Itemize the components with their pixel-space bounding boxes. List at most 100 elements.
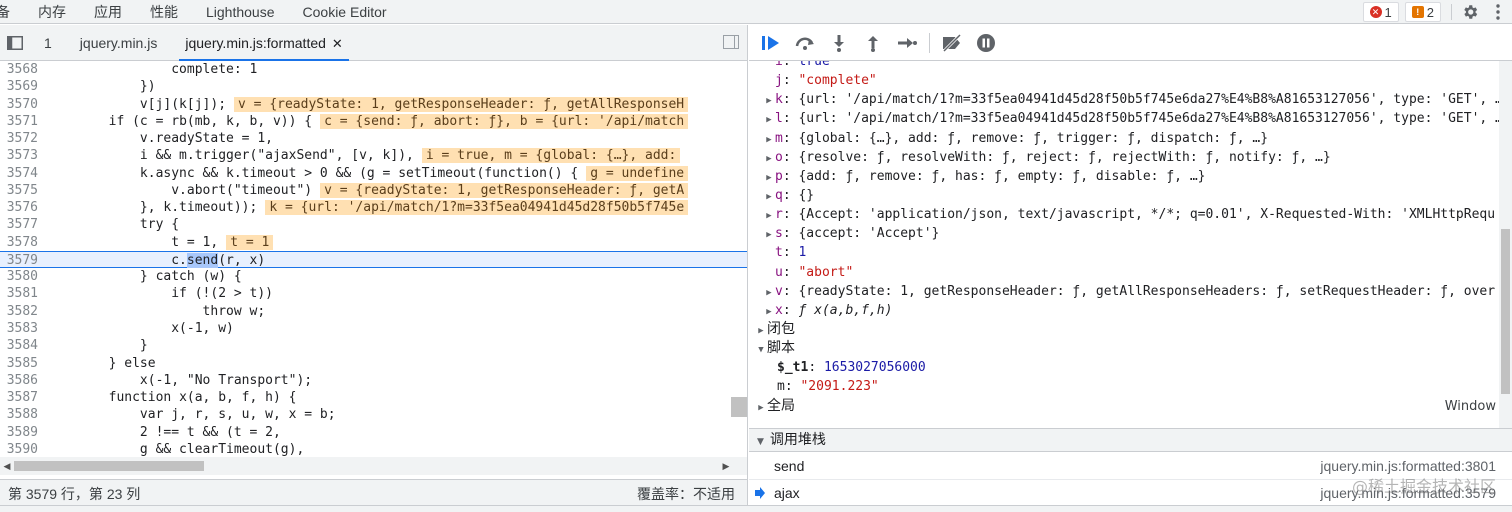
scope-var-row[interactable]: ▶ x: ƒ x(a,b,f,h)	[749, 301, 1512, 320]
step-over-button[interactable]	[791, 29, 819, 57]
code-line[interactable]: 3578 t = 1, t = 1	[0, 234, 747, 251]
step-button[interactable]	[893, 29, 921, 57]
scope-var-row[interactable]: ▶ m: {global: {…}, add: ƒ, remove: ƒ, tri…	[749, 129, 1512, 148]
scope-var-row[interactable]: ▶ o: {resolve: ƒ, resolveWith: ƒ, reject:…	[749, 148, 1512, 167]
line-number[interactable]: 3568	[0, 61, 38, 78]
code-line[interactable]: 3571 if (c = rb(mb, k, b, v)) {c = {send…	[0, 113, 747, 130]
code-line[interactable]: 3577 try {	[0, 216, 747, 233]
code-line[interactable]: 3579 c.send(r, x)	[0, 250, 747, 269]
scope-var-row[interactable]: i: true	[749, 61, 1512, 71]
scope-var-row[interactable]: ▶ p: {add: ƒ, remove: ƒ, has: ƒ, empty: ƒ…	[749, 167, 1512, 186]
panel-tab-cookie-editor[interactable]: Cookie Editor	[289, 0, 401, 24]
line-number[interactable]: 3574	[0, 165, 38, 182]
line-number[interactable]: 3572	[0, 130, 38, 147]
code-horizontal-scrollbar[interactable]: ◀ ▶	[0, 457, 747, 475]
line-number[interactable]: 3579	[0, 252, 38, 268]
line-number[interactable]: 3589	[0, 424, 38, 441]
deactivate-breakpoints-button[interactable]	[938, 29, 966, 57]
callstack-frame[interactable]: ajax jquery.min.js:formatted:3579	[749, 479, 1512, 505]
panel-tab-memory[interactable]: 内存	[24, 0, 80, 24]
line-number[interactable]: 3570	[0, 96, 38, 113]
code-line[interactable]: 3581 if (!(2 > t))	[0, 285, 747, 302]
code-line[interactable]: 3582 throw w;	[0, 303, 747, 320]
scope-section-global[interactable]: ▶ 全局 Window	[749, 397, 1512, 416]
code-line[interactable]: 3568 complete: 1	[0, 61, 747, 78]
panel-tab-cut[interactable]: 备	[0, 0, 24, 24]
line-number[interactable]: 3581	[0, 285, 38, 302]
panel-tab-lighthouse[interactable]: Lighthouse	[192, 0, 289, 24]
scope-var-row[interactable]: ▶ l: {url: '/api/match/1?m=33f5ea04941d45…	[749, 109, 1512, 128]
callstack-header[interactable]: ▼ 调用堆栈	[749, 428, 1512, 452]
code-line[interactable]: 3573 i && m.trigger("ajaxSend", [v, k]),…	[0, 147, 747, 164]
scope-scroll-thumb[interactable]	[1501, 229, 1510, 394]
line-number[interactable]: 3578	[0, 234, 38, 251]
errors-badge[interactable]: ✕ 1	[1362, 2, 1399, 22]
code-line[interactable]: 3575 v.abort("timeout") v = {readyState: …	[0, 182, 747, 199]
code-line[interactable]: 3590 g && clearTimeout(g),	[0, 441, 747, 457]
expand-triangle-icon[interactable]: ▶	[755, 399, 767, 418]
code-line[interactable]: 3583 x(-1, w)	[0, 320, 747, 337]
code-line[interactable]: 3570 v[j](k[j]); v = {readyState: 1, getR…	[0, 96, 747, 113]
code-view[interactable]: 3568 complete: 1 3569 }) 3570 v[j](k[j]); v…	[0, 61, 747, 457]
code-line[interactable]: 3585 } else	[0, 355, 747, 372]
code-vertical-scrollbar-thumb[interactable]	[731, 397, 747, 417]
line-number[interactable]: 3577	[0, 216, 38, 233]
panel-tab-performance[interactable]: 性能	[136, 0, 192, 24]
line-number[interactable]: 3575	[0, 182, 38, 199]
frame-location[interactable]: jquery.min.js:formatted:3579	[1320, 480, 1496, 506]
code-line[interactable]: 3576 }, k.timeout)); k = {url: '/api/matc…	[0, 199, 747, 216]
code-line[interactable]: 3587 function x(a, b, f, h) {	[0, 389, 747, 406]
file-tab-jquery-formatted[interactable]: jquery.min.js:formatted ✕	[171, 25, 356, 61]
line-number[interactable]: 3585	[0, 355, 38, 372]
scope-var-row[interactable]: ▶ r: {Accept: 'application/json, text/jav…	[749, 205, 1512, 224]
scroll-right-arrow-icon[interactable]: ▶	[719, 457, 733, 475]
line-number[interactable]: 3569	[0, 78, 38, 95]
frame-location[interactable]: jquery.min.js:formatted:3801	[1320, 453, 1496, 479]
scope-var-row[interactable]: t: 1	[749, 243, 1512, 262]
line-number[interactable]: 3590	[0, 441, 38, 457]
line-number[interactable]: 3584	[0, 337, 38, 354]
scope-vertical-scrollbar[interactable]	[1499, 61, 1512, 428]
code-line[interactable]: 3569 })	[0, 78, 747, 95]
line-number[interactable]: 3571	[0, 113, 38, 130]
scope-var-row[interactable]: $_t1: 1653027056000	[749, 358, 1512, 377]
line-number[interactable]: 3583	[0, 320, 38, 337]
line-number[interactable]: 3587	[0, 389, 38, 406]
file-tab-count[interactable]: 1	[30, 25, 66, 61]
navigator-toggle-icon[interactable]	[0, 25, 30, 61]
step-out-button[interactable]	[859, 29, 887, 57]
line-number[interactable]: 3580	[0, 268, 38, 285]
code-line[interactable]: 3589 2 !== t && (t = 2,	[0, 424, 747, 441]
horizontal-scroll-thumb[interactable]	[14, 461, 204, 471]
pause-on-exceptions-button[interactable]	[972, 29, 1000, 57]
code-line[interactable]: 3580 } catch (w) {	[0, 268, 747, 285]
settings-gear-icon[interactable]	[1456, 0, 1484, 24]
file-tab-jquery-min[interactable]: jquery.min.js	[66, 25, 172, 61]
code-line[interactable]: 3572 v.readyState = 1,	[0, 130, 747, 147]
step-into-button[interactable]	[825, 29, 853, 57]
scope-section-closure[interactable]: ▶ 闭包	[749, 320, 1512, 339]
line-number[interactable]: 3573	[0, 147, 38, 164]
close-tab-icon[interactable]: ✕	[332, 36, 343, 51]
scroll-left-arrow-icon[interactable]: ◀	[0, 457, 14, 475]
warnings-badge[interactable]: ! 2	[1404, 2, 1441, 22]
scope-section-script[interactable]: ▼ 脚本	[749, 339, 1512, 358]
collapse-triangle-icon[interactable]: ▼	[757, 437, 764, 447]
callstack-frame[interactable]: send jquery.min.js:formatted:3801	[749, 453, 1512, 479]
code-line[interactable]: 3574 k.async && k.timeout > 0 && (g = se…	[0, 165, 747, 182]
scope-var-row[interactable]: ▶ s: {accept: 'Accept'}	[749, 224, 1512, 243]
scope-var-row[interactable]: ▶ k: {url: '/api/match/1?m=33f5ea04941d45…	[749, 90, 1512, 109]
line-number[interactable]: 3588	[0, 406, 38, 423]
scope-var-row[interactable]: j: "complete"	[749, 71, 1512, 90]
line-number[interactable]: 3586	[0, 372, 38, 389]
resume-button[interactable]	[757, 29, 785, 57]
debugger-sidebar-toggle-icon[interactable]	[723, 35, 739, 49]
line-number[interactable]: 3576	[0, 199, 38, 216]
scope-var-row[interactable]: ▶ q: {}	[749, 186, 1512, 205]
scope-var-row[interactable]: ▶ v: {readyState: 1, getResponseHeader: ƒ…	[749, 282, 1512, 301]
code-line[interactable]: 3586 x(-1, "No Transport");	[0, 372, 747, 389]
more-options-icon[interactable]	[1484, 0, 1512, 24]
panel-tab-application[interactable]: 应用	[80, 0, 136, 24]
code-line[interactable]: 3588 var j, r, s, u, w, x = b;	[0, 406, 747, 423]
scope-var-row[interactable]: u: "abort"	[749, 263, 1512, 282]
